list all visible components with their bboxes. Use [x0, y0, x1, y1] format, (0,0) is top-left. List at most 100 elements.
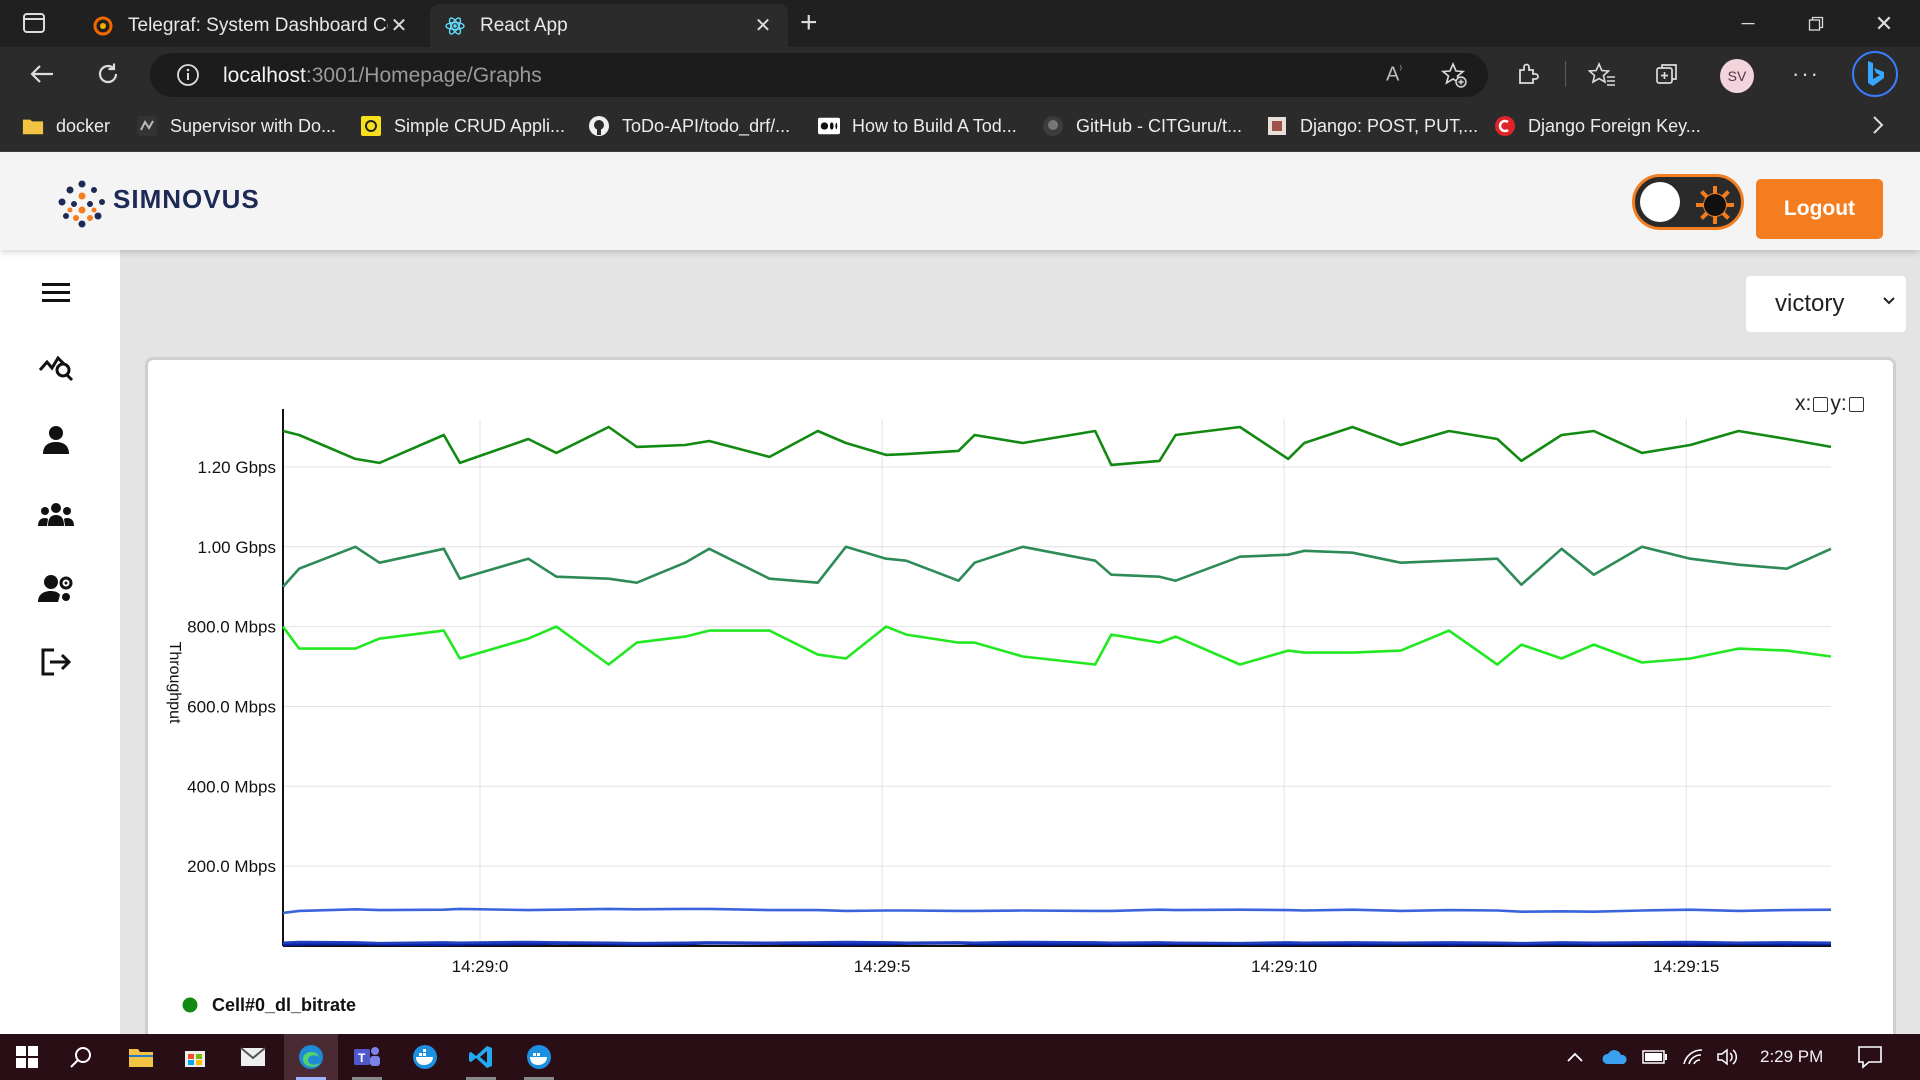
sun-gear-icon: [1695, 185, 1735, 225]
github-icon: [588, 115, 610, 137]
mail-icon[interactable]: [226, 1034, 280, 1080]
grafana-icon: [92, 15, 114, 37]
django-red-icon: [1494, 115, 1516, 137]
store-icon[interactable]: [168, 1034, 222, 1080]
app-header: SIMNOVUS Logout: [0, 152, 1920, 250]
logout-button[interactable]: Logout: [1756, 179, 1883, 239]
chevron-up-icon[interactable]: [1566, 1051, 1584, 1063]
edge-icon[interactable]: [284, 1034, 338, 1080]
bookmark-label: Django: POST, PUT,...: [1300, 115, 1479, 136]
chart-card: [145, 357, 1896, 1034]
bookmark-label: ToDo-API/todo_drf/...: [622, 115, 791, 136]
wifi-icon[interactable]: [1682, 1048, 1704, 1066]
folder-icon: [22, 115, 44, 137]
onedrive-cloud-icon[interactable]: [1602, 1049, 1628, 1065]
react-icon: [444, 15, 466, 37]
docker-icon[interactable]: [398, 1034, 452, 1080]
menu-icon[interactable]: [30, 270, 82, 314]
bookmark-label: Django Foreign Key...: [1528, 115, 1701, 136]
sidebar: [0, 250, 120, 1034]
medium-icon: [818, 115, 840, 137]
bookmarks-bar: docker Supervisor with Do... Simple CRUD…: [0, 101, 1920, 152]
bookmark-how-to-build[interactable]: How to Build A Tod...: [818, 113, 1017, 139]
chart-library-select[interactable]: victory: [1746, 276, 1906, 332]
back-arrow-icon[interactable]: [22, 55, 62, 93]
bookmark-django-foreign-key[interactable]: Django Foreign Key...: [1494, 113, 1701, 139]
bookmark-label: Supervisor with Do...: [170, 115, 337, 136]
tab-title: React App: [480, 14, 568, 36]
minimize-icon[interactable]: ─: [1714, 0, 1782, 47]
toggle-knob: [1640, 182, 1680, 222]
bookmark-simple-crud[interactable]: Simple CRUD Appli...: [360, 113, 565, 139]
bookmark-docker[interactable]: docker: [22, 113, 110, 139]
restore-icon[interactable]: [1782, 0, 1850, 47]
extensions-icon[interactable]: [1508, 55, 1548, 93]
y-axis-checkbox[interactable]: [1848, 396, 1864, 412]
supervisor-icon: [136, 115, 158, 137]
vscode-icon[interactable]: [454, 1034, 508, 1080]
close-icon[interactable]: ✕: [388, 13, 410, 38]
close-icon[interactable]: ✕: [752, 13, 774, 38]
read-aloud-icon[interactable]: A⁾: [1386, 63, 1402, 87]
notification-center-icon[interactable]: [1857, 1045, 1883, 1069]
bookmark-supervisor[interactable]: Supervisor with Do...: [136, 113, 336, 139]
browser-tab-bar: Telegraf: System Dashboard Copy ✕ React …: [0, 0, 1920, 47]
bookmark-label: How to Build A Tod...: [852, 115, 1017, 136]
close-window-icon[interactable]: ✕: [1850, 0, 1918, 47]
teams-icon[interactable]: T: [340, 1034, 394, 1080]
favorites-icon[interactable]: [1582, 55, 1622, 93]
info-icon[interactable]: [176, 63, 200, 87]
bookmark-todo-api[interactable]: ToDo-API/todo_drf/...: [588, 113, 790, 139]
y-axis-toggle-label: y:: [1830, 392, 1847, 415]
battery-icon[interactable]: [1642, 1050, 1668, 1064]
tab-actions-icon[interactable]: [22, 12, 46, 34]
tab-title: Telegraf: System Dashboard Copy: [128, 14, 388, 36]
docker-desktop-icon[interactable]: [512, 1034, 566, 1080]
tab-react-app[interactable]: React App ✕: [430, 4, 788, 47]
file-explorer-icon[interactable]: [114, 1034, 168, 1080]
select-value: victory: [1775, 290, 1845, 317]
more-options-icon[interactable]: ···: [1786, 55, 1826, 93]
github-icon: [1042, 115, 1064, 137]
brand-name: SIMNOVUS: [113, 184, 260, 214]
bing-copilot-icon[interactable]: [1852, 51, 1898, 97]
divider: [1565, 61, 1566, 87]
add-favorite-icon[interactable]: [1440, 61, 1468, 89]
theme-toggle[interactable]: [1632, 174, 1744, 230]
volume-icon[interactable]: [1716, 1048, 1738, 1066]
logout-icon[interactable]: [30, 640, 82, 684]
user-settings-icon[interactable]: [30, 566, 82, 610]
x-axis-toggle-label: x:: [1795, 392, 1812, 415]
new-tab-icon[interactable]: +: [800, 8, 818, 38]
axis-toggle: x: y:: [1795, 392, 1866, 416]
url-path: :3001/Homepage/Graphs: [305, 64, 542, 87]
profile-avatar[interactable]: SV: [1720, 59, 1754, 93]
windows-start-icon[interactable]: [0, 1034, 54, 1080]
chevron-down-icon: [1882, 296, 1896, 306]
system-tray: 2:29 PM: [1566, 1034, 1823, 1080]
url-host: localhost: [223, 64, 306, 87]
address-bar[interactable]: localhost:3001/Homepage/Graphs A⁾: [150, 53, 1488, 97]
x-axis-checkbox[interactable]: [1813, 396, 1829, 412]
simnovus-logo-icon: [56, 178, 108, 230]
page-icon: [1266, 115, 1288, 137]
bookmark-label: GitHub - CITGuru/t...: [1076, 115, 1243, 136]
search-icon[interactable]: [54, 1034, 108, 1080]
bookmark-github-citguru[interactable]: GitHub - CITGuru/t...: [1042, 113, 1242, 139]
group-icon[interactable]: [30, 492, 82, 536]
url-text: localhost:3001/Homepage/Graphs: [223, 64, 542, 88]
svg-text:T: T: [358, 1051, 366, 1065]
address-bar-row: localhost:3001/Homepage/Graphs A⁾ SV ···: [0, 47, 1920, 101]
reload-icon[interactable]: [88, 55, 128, 93]
collections-icon[interactable]: [1647, 55, 1687, 93]
chevron-right-icon[interactable]: [1870, 114, 1886, 136]
analytics-search-icon[interactable]: [30, 344, 82, 388]
windows-taskbar: T 2:29 PM: [0, 1034, 1920, 1080]
app-viewport: SIMNOVUS Logout victory x: y: 200.0 Mbps…: [0, 152, 1920, 1034]
tab-telegraf[interactable]: Telegraf: System Dashboard Copy ✕: [78, 4, 424, 47]
clock-time[interactable]: 2:29 PM: [1760, 1047, 1823, 1067]
user-icon[interactable]: [30, 418, 82, 462]
bookmark-django-post[interactable]: Django: POST, PUT,...: [1266, 113, 1478, 139]
bookmark-label: docker: [56, 115, 111, 136]
bookmark-label: Simple CRUD Appli...: [394, 115, 566, 136]
